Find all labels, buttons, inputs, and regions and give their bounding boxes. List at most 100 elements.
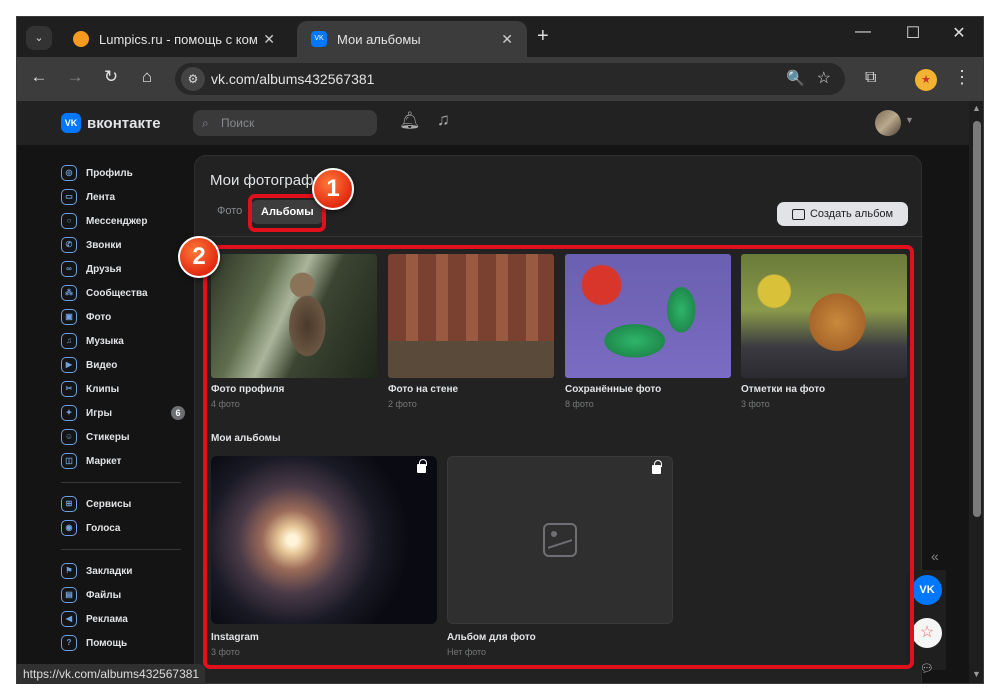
sidebar-item-icon: ☺ — [61, 429, 77, 445]
collapse-chats-icon[interactable]: « — [931, 548, 939, 564]
sidebar-item-icon: ✦ — [61, 405, 77, 421]
step-marker-2: 2 — [178, 236, 220, 278]
bookmark-star-icon[interactable]: ☆ — [817, 68, 831, 88]
games-count-badge: 6 — [171, 406, 185, 420]
sidebar-item-items3-2[interactable]: ◀ Реклама — [61, 607, 185, 631]
sidebar-item-label: Голоса — [86, 522, 121, 534]
tab-title: Мои альбомы — [337, 31, 421, 47]
sidebar-item-label: Фото — [86, 311, 112, 323]
sidebar-item-label: Музыка — [86, 335, 124, 347]
sidebar-item-icon: ⁂ — [61, 285, 77, 301]
sidebar-item-label: Сервисы — [86, 498, 132, 510]
create-album-button[interactable]: Создать альбом — [777, 202, 908, 226]
notifications-bell-icon[interactable]: 🔔︎ — [399, 111, 421, 131]
forward-button[interactable]: → — [63, 67, 87, 87]
sidebar-item-items-6[interactable]: ▣ Фото — [61, 305, 185, 329]
music-note-icon[interactable]: ♫ — [437, 110, 450, 130]
sidebar-item-items2-1[interactable]: ◉ Голоса — [61, 516, 185, 540]
sidebar-item-icon: ✂ — [61, 381, 77, 397]
scrollbar-thumb[interactable] — [973, 121, 981, 517]
site-info-icon[interactable]: ⚙ — [181, 67, 205, 91]
sidebar-item-icon: ▭ — [61, 189, 77, 205]
divider — [195, 236, 923, 237]
omnibox[interactable]: ⚙ vk.com/albums432567381 🔍 ☆ — [175, 63, 845, 95]
sidebar-item-icon: ▣ — [61, 309, 77, 325]
sidebar-item-items3-3[interactable]: ? Помощь — [61, 631, 185, 655]
sidebar-item-icon: ⚑ — [61, 563, 77, 579]
scroll-up-icon[interactable]: ▲ — [972, 103, 981, 113]
sidebar-item-icon: ✆ — [61, 237, 77, 253]
tab-close-icon[interactable]: ✕ — [263, 31, 275, 48]
tab-lumpics[interactable]: Lumpics.ru - помощь с компью ✕ — [59, 21, 289, 57]
sidebar-item-items2-0[interactable]: ⊞ Сервисы — [61, 492, 185, 516]
minimize-button[interactable]: — — [843, 23, 883, 41]
sidebar-item-items-4[interactable]: ∞ Друзья — [61, 257, 185, 281]
tab-my-albums[interactable]: VK Мои альбомы ✕ — [297, 21, 527, 57]
vk-chat-avatar[interactable]: VK — [912, 575, 942, 605]
page-scrollbar[interactable]: ▲ ▼ — [969, 101, 983, 683]
sidebar-item-items3-0[interactable]: ⚑ Закладки — [61, 559, 185, 583]
sidebar-item-label: Друзья — [86, 263, 122, 275]
sidebar-item-items-9[interactable]: ✂ Клипы — [61, 377, 185, 401]
image-icon — [791, 208, 805, 220]
sidebar-item-items-5[interactable]: ⁂ Сообщества — [61, 281, 185, 305]
tab-title: Lumpics.ru - помощь с компью — [99, 31, 258, 47]
sidebar-item-icon: ◎ — [61, 165, 77, 181]
home-button[interactable]: ⌂ — [135, 67, 159, 87]
scroll-down-icon[interactable]: ▼ — [972, 669, 981, 679]
extensions-icon[interactable]: ⧉ — [865, 69, 876, 87]
favorites-star-avatar[interactable]: ☆ — [912, 618, 942, 648]
step-marker-1: 1 — [312, 168, 354, 210]
zoom-icon[interactable]: 🔍 — [786, 69, 805, 87]
sidebar-item-items-10[interactable]: ✦ Игры 6 — [61, 401, 185, 425]
chat-bubble-icon[interactable]: 💬︎ — [920, 662, 934, 675]
sidebar-item-icon: ○ — [61, 213, 77, 229]
profile-avatar[interactable]: ★ — [915, 69, 937, 91]
sidebar-item-icon: ▶ — [61, 357, 77, 373]
browser-menu-icon[interactable]: ⋮ — [953, 67, 971, 88]
back-button[interactable]: ← — [27, 67, 51, 87]
user-avatar[interactable] — [875, 110, 901, 136]
lumpics-favicon — [73, 31, 89, 47]
sidebar-item-label: Звонки — [86, 239, 122, 251]
vk-logo[interactable]: VK вконтакте — [61, 113, 161, 133]
sidebar-item-items-7[interactable]: ♫ Музыка — [61, 329, 185, 353]
sidebar-item-items-11[interactable]: ☺ Стикеры — [61, 425, 185, 449]
search-placeholder: Поиск — [221, 116, 255, 130]
reload-button[interactable]: ↻ — [99, 67, 123, 87]
sidebar-item-items-12[interactable]: ◫ Маркет — [61, 449, 185, 473]
sidebar-item-label: Реклама — [86, 613, 128, 625]
sidebar-item-icon: ◫ — [61, 453, 77, 469]
sidebar-item-label: Видео — [86, 359, 118, 371]
tab-photos[interactable]: Фото — [217, 205, 242, 217]
sidebar-item-icon: ? — [61, 635, 77, 651]
search-icon: ⌕ — [202, 116, 209, 130]
sidebar-item-icon: ▤ — [61, 587, 77, 603]
tab-search-dropdown[interactable]: ⌄ — [26, 26, 52, 50]
sidebar-item-items-8[interactable]: ▶ Видео — [61, 353, 185, 377]
create-album-label: Создать альбом — [809, 208, 894, 220]
tab-close-icon[interactable]: ✕ — [501, 31, 513, 48]
sidebar-item-label: Помощь — [86, 637, 128, 649]
sidebar-item-label: Маркет — [86, 455, 122, 467]
sidebar-divider — [61, 482, 181, 483]
highlight-albums-grid — [203, 245, 914, 669]
sidebar-item-label: Игры — [86, 407, 113, 419]
sidebar-item-icon: ◉ — [61, 520, 77, 536]
vk-logo-text: вконтакте — [87, 114, 161, 132]
maximize-button[interactable]: ☐ — [893, 23, 933, 43]
vk-search-input[interactable]: ⌕ Поиск — [193, 110, 377, 136]
sidebar-item-items-2[interactable]: ○ Мессенджер — [61, 209, 185, 233]
sidebar-item-label: Мессенджер — [86, 215, 148, 227]
sidebar-item-label: Стикеры — [86, 431, 130, 443]
close-window-button[interactable]: ✕ — [939, 23, 979, 43]
sidebar-item-icon: ∞ — [61, 261, 77, 277]
sidebar-item-items-3[interactable]: ✆ Звонки — [61, 233, 185, 257]
sidebar-item-items-0[interactable]: ◎ Профиль — [61, 161, 185, 185]
new-tab-button[interactable]: + — [537, 25, 549, 48]
url-text[interactable]: vk.com/albums432567381 — [211, 71, 374, 87]
chevron-down-icon[interactable]: ▼ — [905, 115, 914, 125]
status-url-bar: https://vk.com/albums432567381 — [17, 664, 206, 684]
sidebar-item-items3-1[interactable]: ▤ Файлы — [61, 583, 185, 607]
sidebar-item-items-1[interactable]: ▭ Лента — [61, 185, 185, 209]
